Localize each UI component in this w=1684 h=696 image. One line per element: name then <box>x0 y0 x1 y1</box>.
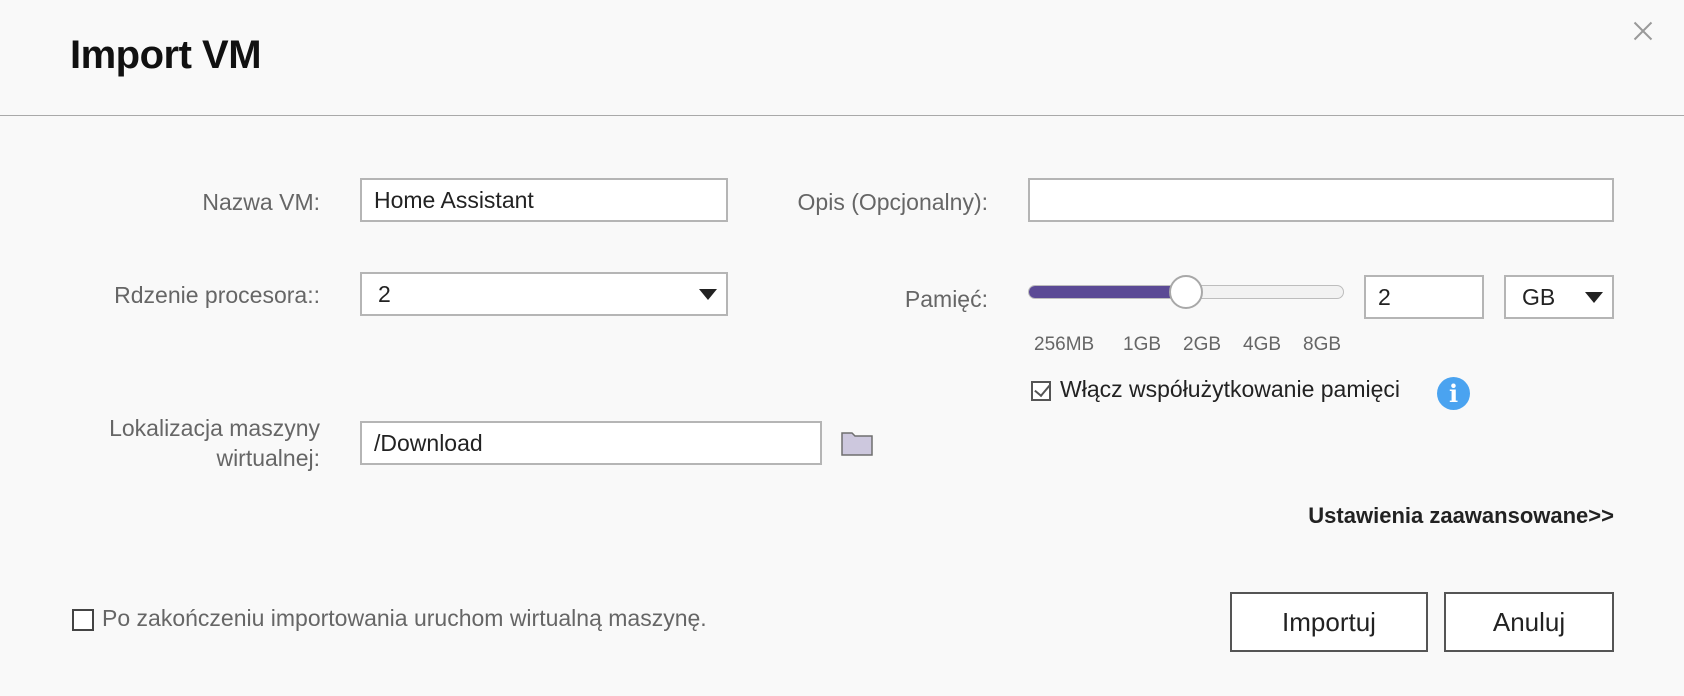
memory-tick-256mb: 256MB <box>1034 334 1095 355</box>
memory-unit-select[interactable]: GB <box>1504 275 1614 319</box>
memory-tick-4gb: 4GB <box>1243 334 1282 355</box>
start-after-import-label[interactable]: Po zakończeniu importowania uruchom wirt… <box>102 603 707 633</box>
checkmark-icon <box>1034 379 1051 398</box>
header-divider <box>0 115 1684 116</box>
memory-slider-handle[interactable] <box>1169 275 1203 309</box>
vm-location-label: Lokalizacja maszyny wirtualnej: <box>60 413 320 473</box>
memory-tick-2gb: 2GB <box>1183 334 1222 355</box>
start-after-import-checkbox[interactable] <box>72 609 94 631</box>
memory-tick-1gb: 1GB <box>1123 334 1162 355</box>
info-icon[interactable]: i <box>1437 377 1470 410</box>
vm-location-label-line2: wirtualnej: <box>216 445 320 471</box>
memory-label: Pamięć: <box>904 286 988 312</box>
memory-value-input[interactable] <box>1364 275 1484 319</box>
cancel-button[interactable]: Anuluj <box>1444 592 1614 652</box>
memory-sharing-label[interactable]: Włącz współużytkowanie pamięci <box>1060 374 1400 404</box>
import-button[interactable]: Importuj <box>1230 592 1428 652</box>
vm-location-label-line1: Lokalizacja maszyny <box>109 415 320 441</box>
chevron-down-icon <box>1585 292 1603 303</box>
dialog-title: Import VM <box>70 33 262 77</box>
cpu-cores-select[interactable]: 2 <box>360 272 728 316</box>
description-input[interactable] <box>1028 178 1614 222</box>
import-vm-dialog: Import VM Nazwa VM: Opis (Opcjonalny): R… <box>0 0 1684 696</box>
cpu-cores-value: 2 <box>378 281 391 307</box>
memory-slider-fill <box>1029 286 1187 298</box>
folder-icon[interactable] <box>841 430 873 456</box>
memory-tick-8gb: 8GB <box>1303 334 1342 355</box>
vm-name-input[interactable] <box>360 178 728 222</box>
cpu-cores-label: Rdzenie procesora:: <box>114 282 320 308</box>
description-label: Opis (Opcjonalny): <box>797 189 988 215</box>
close-icon[interactable] <box>1626 14 1660 48</box>
memory-sharing-checkbox[interactable] <box>1031 379 1051 401</box>
vm-location-input[interactable] <box>360 421 822 465</box>
advanced-settings-link[interactable]: Ustawienia zaawansowane>> <box>1308 503 1614 529</box>
chevron-down-icon <box>699 289 717 300</box>
memory-unit-value: GB <box>1522 284 1556 310</box>
vm-name-label: Nazwa VM: <box>202 189 320 215</box>
